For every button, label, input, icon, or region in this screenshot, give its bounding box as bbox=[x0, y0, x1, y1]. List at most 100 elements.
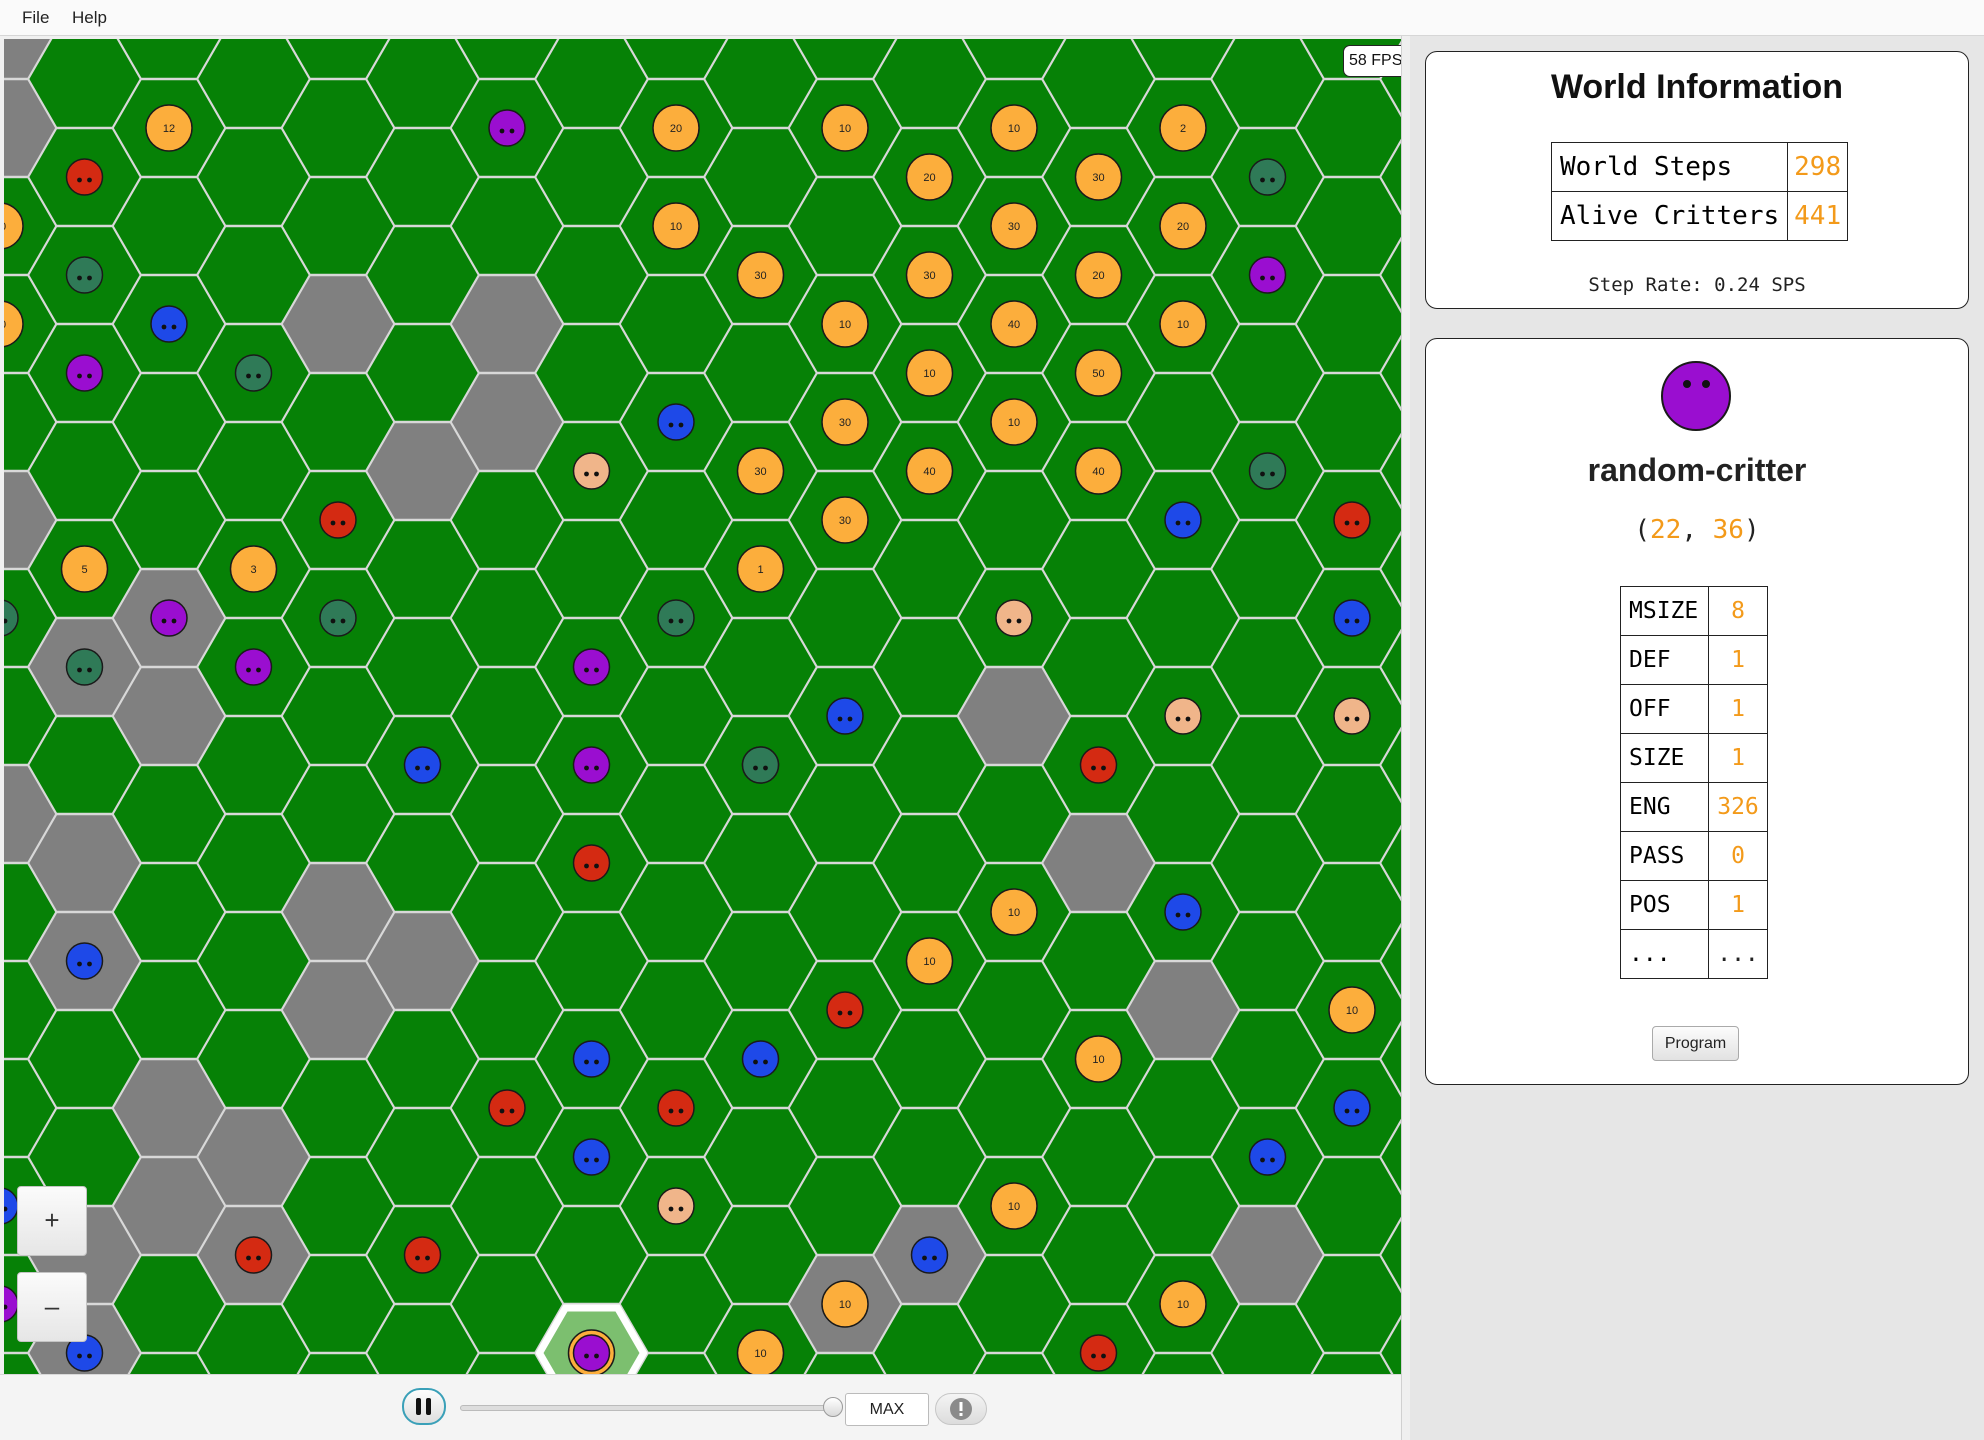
critter-token[interactable] bbox=[1248, 1138, 1287, 1176]
critter-token[interactable] bbox=[910, 1236, 949, 1274]
food-item[interactable]: 30 bbox=[736, 251, 785, 299]
food-item[interactable]: 10 bbox=[821, 104, 869, 152]
critter-token[interactable] bbox=[572, 746, 611, 784]
critter-token[interactable] bbox=[234, 354, 273, 392]
menu-file[interactable]: File bbox=[22, 8, 49, 28]
critter-eye bbox=[594, 667, 599, 673]
food-item[interactable]: 1 bbox=[736, 545, 785, 593]
critter-token[interactable] bbox=[65, 158, 104, 196]
zoom-out-button[interactable]: – bbox=[17, 1272, 87, 1342]
food-item[interactable]: 10 bbox=[1159, 1280, 1207, 1328]
critter-token[interactable] bbox=[1248, 158, 1287, 196]
critter-token[interactable] bbox=[65, 256, 104, 294]
stat-value: 1 bbox=[1708, 880, 1768, 930]
critter-token[interactable] bbox=[741, 1040, 780, 1078]
food-item[interactable]: 10 bbox=[821, 300, 869, 348]
critter-token[interactable] bbox=[826, 991, 864, 1029]
critter-token[interactable] bbox=[572, 648, 611, 686]
critter-token[interactable] bbox=[572, 1040, 611, 1078]
food-item[interactable]: 30 bbox=[990, 202, 1038, 250]
food-item[interactable]: 30 bbox=[905, 251, 954, 299]
food-item[interactable]: 12 bbox=[145, 104, 193, 152]
info-button[interactable] bbox=[935, 1393, 987, 1425]
critter-token[interactable] bbox=[403, 746, 442, 784]
food-item[interactable]: 30 bbox=[821, 398, 869, 446]
program-button[interactable]: Program bbox=[1652, 1026, 1739, 1061]
food-item[interactable]: 50 bbox=[1074, 349, 1123, 397]
food-amount-label: 10 bbox=[923, 956, 935, 968]
critter-token[interactable] bbox=[657, 1187, 695, 1225]
critter-token[interactable] bbox=[741, 746, 780, 784]
critter-token[interactable] bbox=[657, 599, 695, 637]
world-steps-label: World Steps bbox=[1550, 142, 1789, 192]
food-item[interactable]: 40 bbox=[1074, 447, 1123, 495]
food-item[interactable]: 40 bbox=[905, 447, 954, 495]
critter-token[interactable] bbox=[1248, 452, 1287, 490]
critter-eye bbox=[594, 1353, 599, 1359]
critter-token[interactable] bbox=[319, 501, 357, 539]
critter-token[interactable] bbox=[150, 599, 188, 637]
food-item[interactable]: 10 bbox=[905, 349, 954, 397]
critter-token[interactable] bbox=[1164, 501, 1202, 539]
food-item[interactable]: 10 bbox=[1328, 986, 1376, 1034]
food-item[interactable]: 10 bbox=[990, 104, 1038, 152]
pause-button[interactable] bbox=[402, 1388, 446, 1425]
critter-token[interactable] bbox=[488, 109, 526, 147]
critter-token[interactable] bbox=[319, 599, 357, 637]
critter-token[interactable] bbox=[234, 648, 273, 686]
food-item[interactable]: 20 bbox=[1159, 202, 1207, 250]
critter-token[interactable] bbox=[1164, 893, 1202, 931]
hex-grid[interactable]: 10 5 3 30 1 30 30 10 10 40 30 10 20 10 20 10 30 30 20 40 50 1… bbox=[4, 39, 1401, 1374]
food-item[interactable]: 5 bbox=[60, 545, 109, 593]
critter-token[interactable] bbox=[65, 942, 104, 980]
food-item[interactable]: 10 bbox=[821, 1280, 869, 1328]
critter-token[interactable] bbox=[657, 403, 695, 441]
critter-token[interactable] bbox=[403, 1236, 442, 1274]
selected-critter-token[interactable] bbox=[572, 1334, 611, 1372]
food-item[interactable]: 10 bbox=[652, 202, 700, 250]
food-item[interactable]: 10 bbox=[736, 1329, 785, 1374]
food-item[interactable]: 40 bbox=[990, 300, 1038, 348]
critter-token[interactable] bbox=[1079, 1334, 1118, 1372]
critter-token[interactable] bbox=[150, 305, 188, 343]
critter-token[interactable] bbox=[657, 1089, 695, 1127]
critter-token[interactable] bbox=[234, 1236, 273, 1274]
speed-slider-thumb[interactable] bbox=[823, 1397, 843, 1417]
food-item[interactable]: 10 bbox=[990, 888, 1038, 936]
food-item[interactable]: 30 bbox=[1074, 153, 1123, 201]
food-item[interactable]: 3 bbox=[229, 545, 278, 593]
food-item[interactable]: 10 bbox=[990, 1182, 1038, 1230]
food-item[interactable]: 20 bbox=[905, 153, 954, 201]
critter-token[interactable] bbox=[65, 648, 104, 686]
zoom-in-button[interactable]: + bbox=[17, 1186, 87, 1256]
food-item[interactable]: 30 bbox=[736, 447, 785, 495]
world-view[interactable]: 10 5 3 30 1 30 30 10 10 40 30 10 20 10 20 10 30 30 20 40 50 1… bbox=[4, 39, 1401, 1374]
critter-token[interactable] bbox=[572, 844, 611, 882]
critter-token[interactable] bbox=[65, 354, 104, 392]
food-item[interactable]: 10 bbox=[905, 937, 954, 985]
critter-token[interactable] bbox=[572, 1138, 611, 1176]
critter-token[interactable] bbox=[1248, 256, 1287, 294]
speed-max-label[interactable]: MAX bbox=[845, 1393, 929, 1426]
critter-token[interactable] bbox=[995, 599, 1033, 637]
food-item[interactable]: 10 bbox=[1159, 300, 1207, 348]
food-item[interactable]: 30 bbox=[821, 496, 869, 544]
critter-token[interactable] bbox=[488, 1089, 526, 1127]
critter-token[interactable] bbox=[572, 452, 611, 490]
critter-eye bbox=[1354, 716, 1360, 722]
menu-help[interactable]: Help bbox=[72, 8, 107, 28]
food-item[interactable]: 20 bbox=[652, 104, 700, 152]
critter-token[interactable] bbox=[1333, 599, 1371, 637]
speed-slider[interactable] bbox=[460, 1397, 843, 1417]
critter-token[interactable] bbox=[1333, 1089, 1371, 1127]
critter-token[interactable] bbox=[1333, 501, 1371, 539]
food-item[interactable]: 20 bbox=[1074, 251, 1123, 299]
critter-token[interactable] bbox=[1333, 697, 1371, 735]
food-item[interactable]: 10 bbox=[1074, 1035, 1123, 1083]
food-item[interactable]: 10 bbox=[990, 398, 1038, 446]
critter-eye bbox=[246, 667, 251, 673]
critter-token[interactable] bbox=[1164, 697, 1202, 735]
critter-token[interactable] bbox=[826, 697, 864, 735]
food-item[interactable]: 2 bbox=[1159, 104, 1207, 152]
critter-token[interactable] bbox=[1079, 746, 1118, 784]
